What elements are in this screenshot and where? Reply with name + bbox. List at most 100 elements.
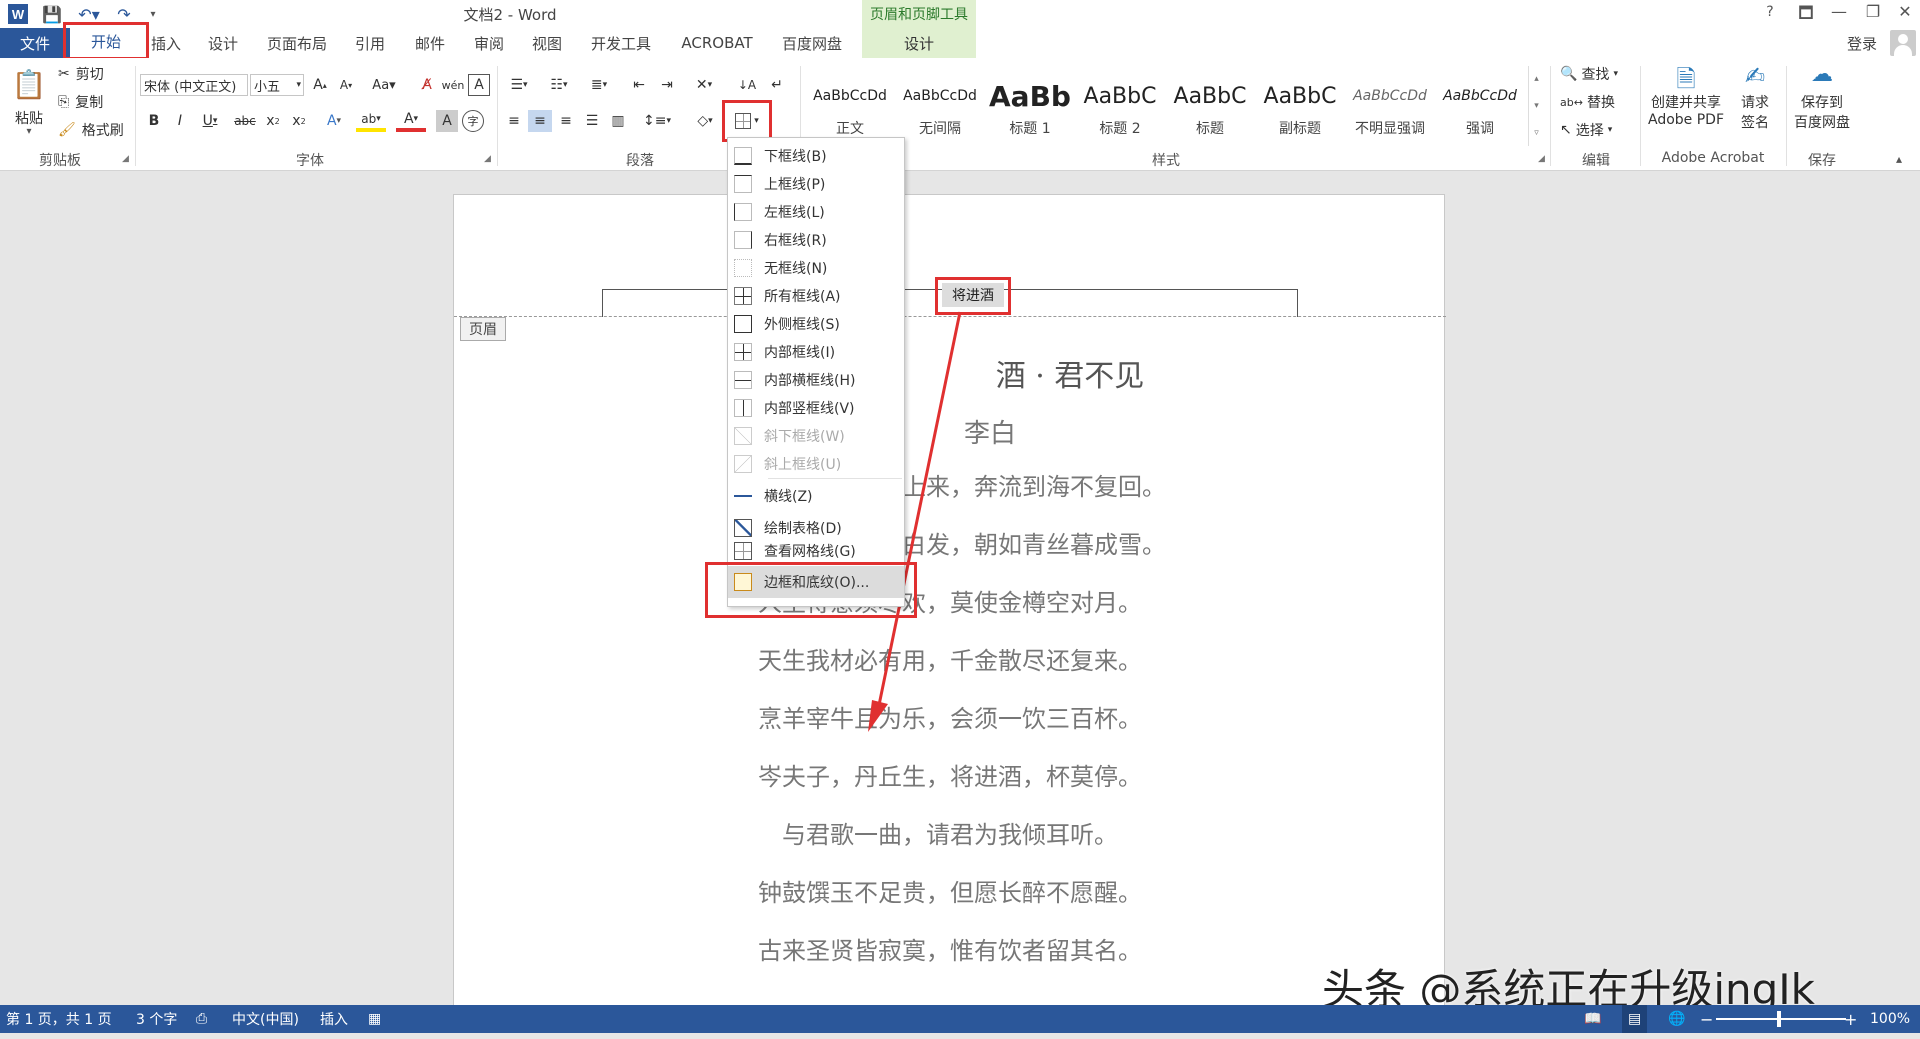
enclose-characters-icon[interactable]: 字 xyxy=(462,110,484,132)
multilevel-list-icon[interactable]: ≣ ▾ xyxy=(582,74,616,96)
sign-in-link[interactable]: 登录 xyxy=(1840,28,1884,58)
create-share-pdf-button[interactable]: 🗎 创建并共享 Adobe PDF xyxy=(1644,62,1728,146)
user-avatar[interactable] xyxy=(1890,30,1916,56)
styles-scroll-control[interactable]: ▴ ▾ ▿ xyxy=(1528,66,1544,146)
style-no-spacing[interactable]: AaBbCcDd 无间隔 xyxy=(896,76,984,146)
styles-gallery[interactable]: AaBbCcDd 正文 AaBbCcDd 无间隔 AaBb 标题 1 AaBbC 标题 … xyxy=(806,66,1532,146)
style-subtitle[interactable]: AaBbC 副标题 xyxy=(1256,76,1344,146)
chevron-down-icon[interactable]: ▾ xyxy=(1534,101,1539,111)
justify-icon[interactable]: ☰ xyxy=(580,110,604,132)
menu-item-right-border[interactable]: 右框线(R) xyxy=(728,226,904,254)
bold-icon[interactable]: B xyxy=(144,110,164,132)
menu-item-inside-borders[interactable]: 内部框线(I) xyxy=(728,338,904,366)
web-layout-icon[interactable]: 🌐 xyxy=(1668,1005,1685,1033)
paste-button[interactable]: 粘贴 xyxy=(12,108,46,128)
tab-file[interactable]: 文件 xyxy=(0,28,70,58)
word-count[interactable]: 3 个字 xyxy=(136,1005,177,1033)
tab-view[interactable]: 视图 xyxy=(527,28,567,58)
find-button[interactable]: 🔍 查找 ▾ xyxy=(1560,64,1618,84)
tab-insert[interactable]: 插入 xyxy=(146,28,186,58)
paste-icon[interactable]: 📋 xyxy=(12,64,47,104)
strikethrough-icon[interactable]: abc xyxy=(232,110,258,132)
ribbon-display-options-button[interactable]: 🗖 xyxy=(1794,2,1818,29)
minimize-button[interactable]: — xyxy=(1826,2,1852,21)
text-effects-icon[interactable]: A ▾ xyxy=(320,110,348,132)
menu-item-view-gridlines[interactable]: 查看网格线(G) xyxy=(728,540,904,562)
font-dialog-launcher-icon[interactable]: ◢ xyxy=(484,154,491,164)
tab-home[interactable]: 开始 xyxy=(63,22,149,60)
help-button[interactable]: ? xyxy=(1760,4,1780,20)
tab-page-layout[interactable]: 页面布局 xyxy=(262,28,332,58)
underline-icon[interactable]: U ▾ xyxy=(196,110,224,132)
zoom-level[interactable]: 100% xyxy=(1870,1005,1910,1033)
shading-icon[interactable]: ◇ ▾ xyxy=(688,110,722,132)
select-button[interactable]: ↖ 选择 ▾ xyxy=(1560,120,1612,140)
menu-item-bottom-border[interactable]: 下框线(B) xyxy=(728,142,904,170)
proofing-icon[interactable]: ⎙ xyxy=(196,1005,207,1033)
read-mode-icon[interactable]: 📖 xyxy=(1584,1005,1601,1033)
font-name-combobox[interactable]: 宋体 (中文正文) xyxy=(140,74,248,96)
clipboard-dialog-launcher-icon[interactable]: ◢ xyxy=(122,154,129,164)
page-count[interactable]: 第 1 页，共 1 页 xyxy=(6,1005,112,1033)
increase-indent-icon[interactable]: ⇥ xyxy=(656,74,678,96)
style-normal[interactable]: AaBbCcDd 正文 xyxy=(806,76,894,146)
grow-font-icon[interactable]: A ▴ xyxy=(310,74,330,96)
menu-item-horizontal-line[interactable]: 横线(Z) xyxy=(728,482,904,510)
more-styles-icon[interactable]: ▿ xyxy=(1534,128,1539,138)
tab-baidu-netdisk[interactable]: 百度网盘 xyxy=(774,28,850,58)
sort-icon[interactable]: ↓A xyxy=(736,74,758,96)
highlight-color-icon[interactable]: ab ▾ xyxy=(356,110,386,132)
menu-item-left-border[interactable]: 左框线(L) xyxy=(728,198,904,226)
format-painter-button[interactable]: 🖌 格式刷 xyxy=(58,120,124,140)
replace-button[interactable]: ab↔ 替换 xyxy=(1560,92,1615,112)
style-subtle-emphasis[interactable]: AaBbCcDd 不明显强调 xyxy=(1346,76,1434,146)
zoom-out-button[interactable]: − xyxy=(1700,1005,1713,1033)
maximize-button[interactable]: ❐ xyxy=(1860,2,1886,21)
font-size-combobox[interactable]: 小五 ▾ xyxy=(250,74,304,96)
decrease-indent-icon[interactable]: ⇤ xyxy=(628,74,650,96)
distributed-icon[interactable]: ▥ xyxy=(606,110,630,132)
italic-icon[interactable]: I xyxy=(170,110,190,132)
style-heading-1[interactable]: AaBb 标题 1 xyxy=(986,76,1074,146)
close-button[interactable]: ✕ xyxy=(1892,2,1918,21)
align-left-icon[interactable]: ≡ xyxy=(502,110,526,132)
collapse-ribbon-icon[interactable]: ▴ xyxy=(1896,152,1902,166)
chevron-up-icon[interactable]: ▴ xyxy=(1534,74,1539,84)
change-case-icon[interactable]: Aa▾ xyxy=(368,74,400,96)
macro-recording-icon[interactable]: ▦ xyxy=(368,1005,381,1033)
print-layout-icon[interactable]: ▤ xyxy=(1622,1005,1648,1033)
superscript-icon[interactable]: x2 xyxy=(288,110,310,132)
menu-item-inside-vertical-border[interactable]: 内部竖框线(V) xyxy=(728,394,904,422)
tab-acrobat[interactable]: ACROBAT xyxy=(674,28,760,58)
tab-design[interactable]: 设计 xyxy=(203,28,243,58)
borders-button[interactable]: ▾ xyxy=(722,100,772,142)
style-heading-2[interactable]: AaBbC 标题 2 xyxy=(1076,76,1164,146)
character-border-icon[interactable]: A xyxy=(468,74,490,96)
request-signature-button[interactable]: ✍ 请求 签名 xyxy=(1730,62,1780,146)
zoom-slider-thumb[interactable] xyxy=(1777,1011,1781,1027)
clear-formatting-icon[interactable]: A̸ xyxy=(416,74,438,96)
numbering-icon[interactable]: ☷ ▾ xyxy=(542,74,576,96)
character-shading-icon[interactable]: A xyxy=(436,110,458,132)
copy-button[interactable]: ⎘ 复制 xyxy=(58,92,103,112)
styles-dialog-launcher-icon[interactable]: ◢ xyxy=(1538,154,1545,164)
line-spacing-icon[interactable]: ↕≡ ▾ xyxy=(640,110,674,132)
word-logo-icon[interactable]: W xyxy=(8,4,28,24)
save-icon[interactable]: 💾 xyxy=(40,3,64,25)
bullets-icon[interactable]: ☰ ▾ xyxy=(502,74,536,96)
tab-developer[interactable]: 开发工具 xyxy=(584,28,658,58)
show-formatting-marks-icon[interactable]: ↵ xyxy=(766,74,788,96)
paste-dropdown-icon[interactable]: ▾ xyxy=(22,126,36,137)
align-center-icon[interactable]: ≡ xyxy=(528,110,552,132)
tab-header-footer-design[interactable]: 设计 xyxy=(862,28,976,58)
menu-item-top-border[interactable]: 上框线(P) xyxy=(728,170,904,198)
font-color-icon[interactable]: A ▾ xyxy=(396,110,426,132)
align-right-icon[interactable]: ≡ xyxy=(554,110,578,132)
zoom-in-button[interactable]: + xyxy=(1844,1005,1857,1033)
save-to-baidu-button[interactable]: ☁ 保存到 百度网盘 xyxy=(1790,62,1854,146)
menu-item-outside-borders[interactable]: 外侧框线(S) xyxy=(728,310,904,338)
chinese-layout-icon[interactable]: ✕ ▾ xyxy=(688,74,720,96)
tab-review[interactable]: 审阅 xyxy=(469,28,509,58)
menu-item-no-border[interactable]: 无框线(N) xyxy=(728,254,904,282)
phonetic-guide-icon[interactable]: wén xyxy=(442,74,465,96)
